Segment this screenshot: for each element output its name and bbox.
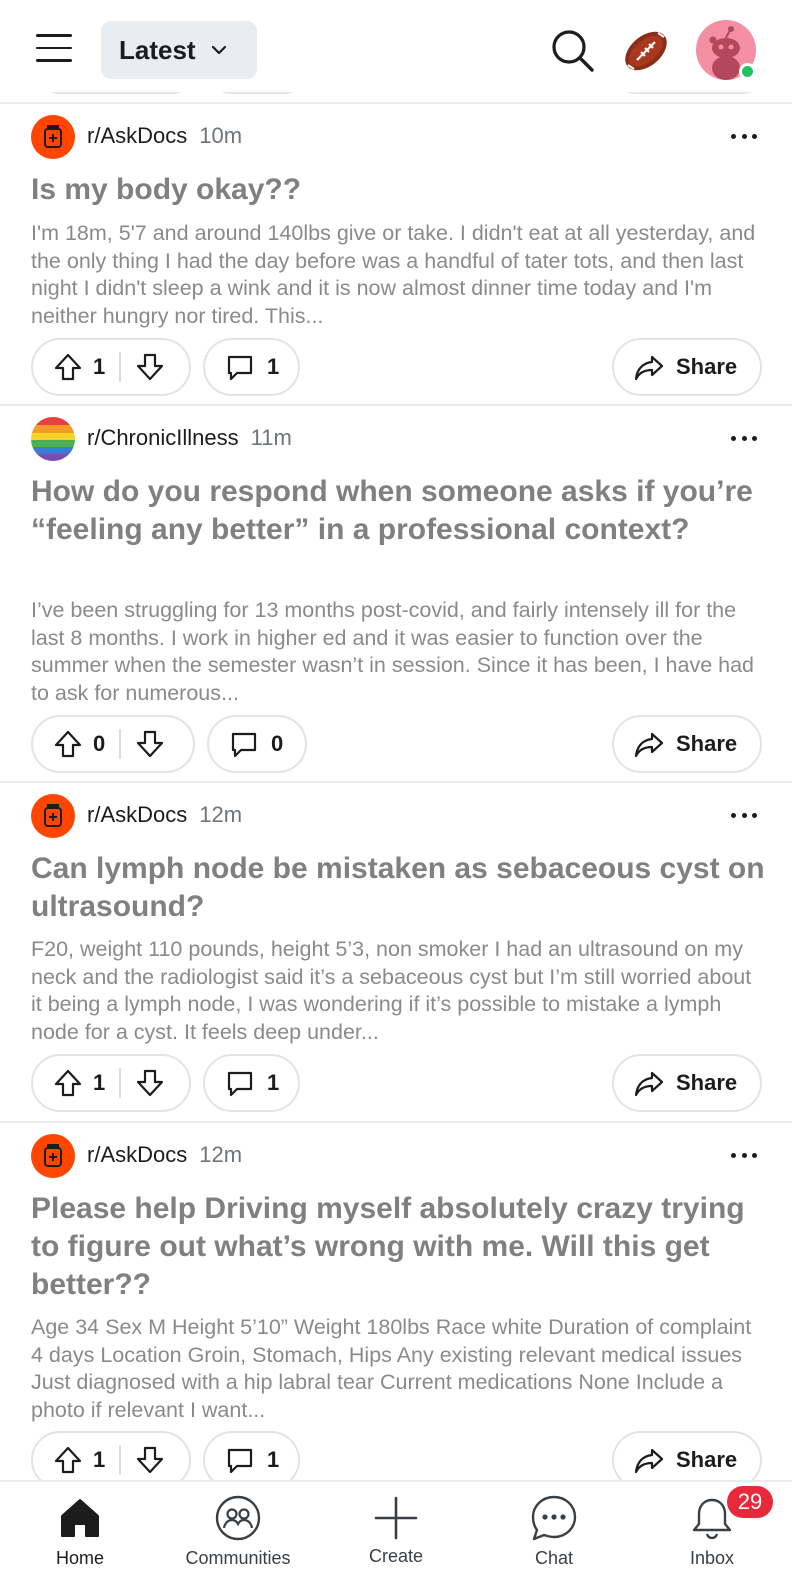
- nav-home-label: Home: [55, 1548, 104, 1568]
- downvote-arrow-icon[interactable]: [135, 729, 165, 759]
- nav-inbox-label: Inbox: [689, 1548, 735, 1568]
- nav-communities-label: Communities: [185, 1548, 291, 1568]
- vote-separator: [119, 729, 121, 759]
- vote-separator: [119, 1068, 121, 1098]
- plus-icon: [374, 1496, 418, 1540]
- inbox-notification-badge: 29: [727, 1486, 773, 1518]
- comments-button[interactable]: 1: [203, 1054, 300, 1112]
- upvote-arrow-icon[interactable]: [53, 1068, 83, 1098]
- feed-sort-dropdown[interactable]: Latest: [101, 21, 257, 79]
- post-title[interactable]: How do you respond when someone asks if …: [31, 473, 766, 549]
- vote-count: 0: [93, 731, 106, 756]
- post-divider: [0, 102, 792, 104]
- upvote-arrow-icon[interactable]: [53, 352, 83, 382]
- nav-create-label: Create: [368, 1546, 424, 1566]
- more-options-icon[interactable]: [731, 813, 757, 819]
- share-label: Share: [676, 354, 738, 379]
- search-icon[interactable]: [548, 27, 596, 75]
- chevron-down-icon: [211, 45, 226, 55]
- more-options-icon[interactable]: [731, 436, 757, 442]
- post-divider: [0, 404, 792, 406]
- post-title[interactable]: Is my body okay??: [31, 171, 766, 209]
- comments-button[interactable]: 1: [203, 338, 300, 396]
- post-body-preview[interactable]: I'm 18m, 5'7 and around 140lbs give or t…: [31, 220, 766, 330]
- post-time: 12m: [199, 1142, 243, 1167]
- share-arrow-icon: [634, 732, 664, 758]
- subreddit-icon[interactable]: [31, 115, 75, 159]
- post-time: 11m: [250, 425, 292, 450]
- top-app-bar: Latest: [0, 0, 792, 92]
- nav-home[interactable]: Home: [10, 1482, 150, 1570]
- vote-control: 0: [31, 715, 195, 773]
- share-button[interactable]: Share: [612, 1054, 762, 1112]
- share-button[interactable]: Share: [612, 715, 762, 773]
- more-options-icon[interactable]: [731, 1153, 757, 1159]
- post-title[interactable]: Can lymph node be mistaken as sebaceous …: [31, 850, 766, 926]
- more-options-icon[interactable]: [731, 134, 757, 140]
- share-arrow-icon: [634, 1071, 664, 1097]
- nav-create[interactable]: Create: [326, 1482, 466, 1570]
- post-body-preview[interactable]: F20, weight 110 pounds, height 5’3, non …: [31, 936, 766, 1046]
- comments-button[interactable]: 0: [207, 715, 307, 773]
- football-icon[interactable]: [620, 25, 672, 77]
- post-divider: [0, 781, 792, 783]
- vote-count: 1: [93, 354, 106, 379]
- upvote-arrow-icon[interactable]: [53, 1445, 83, 1475]
- vote-control: 1: [31, 338, 191, 396]
- downvote-arrow-icon[interactable]: [135, 1445, 165, 1475]
- comment-bubble-icon: [227, 1071, 253, 1097]
- subreddit-name[interactable]: r/ChronicIllness: [87, 425, 239, 451]
- hamburger-menu-icon[interactable]: [36, 34, 72, 64]
- vote-control: 1: [31, 1054, 191, 1112]
- online-status-indicator: [739, 63, 756, 80]
- share-arrow-icon: [634, 1448, 664, 1474]
- vote-count: 1: [93, 1447, 106, 1472]
- comment-bubble-icon: [227, 355, 253, 381]
- share-label: Share: [676, 1070, 738, 1095]
- downvote-arrow-icon[interactable]: [135, 1068, 165, 1098]
- comment-bubble-icon: [227, 1448, 253, 1474]
- post-time: 10m: [199, 123, 243, 148]
- nav-chat-label: Chat: [534, 1548, 574, 1568]
- subreddit-icon[interactable]: [31, 1134, 75, 1178]
- subreddit-icon[interactable]: [31, 417, 75, 461]
- vote-separator: [119, 352, 121, 382]
- nav-communities[interactable]: Communities: [168, 1482, 308, 1570]
- share-label: Share: [676, 731, 738, 756]
- share-arrow-icon: [634, 355, 664, 381]
- vote-count: 1: [93, 1070, 106, 1095]
- post-title[interactable]: Please help Driving myself absolutely cr…: [31, 1190, 766, 1304]
- communities-icon: [215, 1495, 261, 1541]
- home-icon: [61, 1499, 99, 1537]
- med-bottle-icon: [44, 1144, 62, 1167]
- nav-chat[interactable]: Chat: [484, 1482, 624, 1570]
- upvote-arrow-icon[interactable]: [53, 729, 83, 759]
- bottom-navigation-bar: Home Communities Create Chat Inbox: [0, 1480, 792, 1570]
- subreddit-icon[interactable]: [31, 794, 75, 838]
- downvote-arrow-icon[interactable]: [135, 352, 165, 382]
- comment-bubble-icon: [231, 732, 257, 758]
- share-label: Share: [676, 1447, 738, 1472]
- med-bottle-icon: [44, 804, 62, 827]
- share-button[interactable]: Share: [612, 338, 762, 396]
- comment-count: 0: [271, 731, 284, 756]
- post-body-preview[interactable]: Age 34 Sex M Height 5’10” Weight 180lbs …: [31, 1314, 766, 1424]
- chat-bubble-icon: [531, 1495, 577, 1541]
- comment-count: 1: [267, 1070, 280, 1095]
- subreddit-name[interactable]: r/AskDocs: [87, 123, 187, 149]
- comment-count: 1: [267, 354, 280, 379]
- feed-sort-label: Latest: [119, 34, 196, 65]
- med-bottle-icon: [44, 125, 62, 148]
- post-time: 12m: [199, 802, 243, 827]
- post-divider: [0, 1121, 792, 1123]
- comment-count: 1: [267, 1447, 280, 1472]
- subreddit-name[interactable]: r/AskDocs: [87, 1142, 187, 1168]
- subreddit-name[interactable]: r/AskDocs: [87, 802, 187, 828]
- vote-separator: [119, 1445, 121, 1475]
- post-body-preview[interactable]: I’ve been struggling for 13 months post-…: [31, 597, 766, 707]
